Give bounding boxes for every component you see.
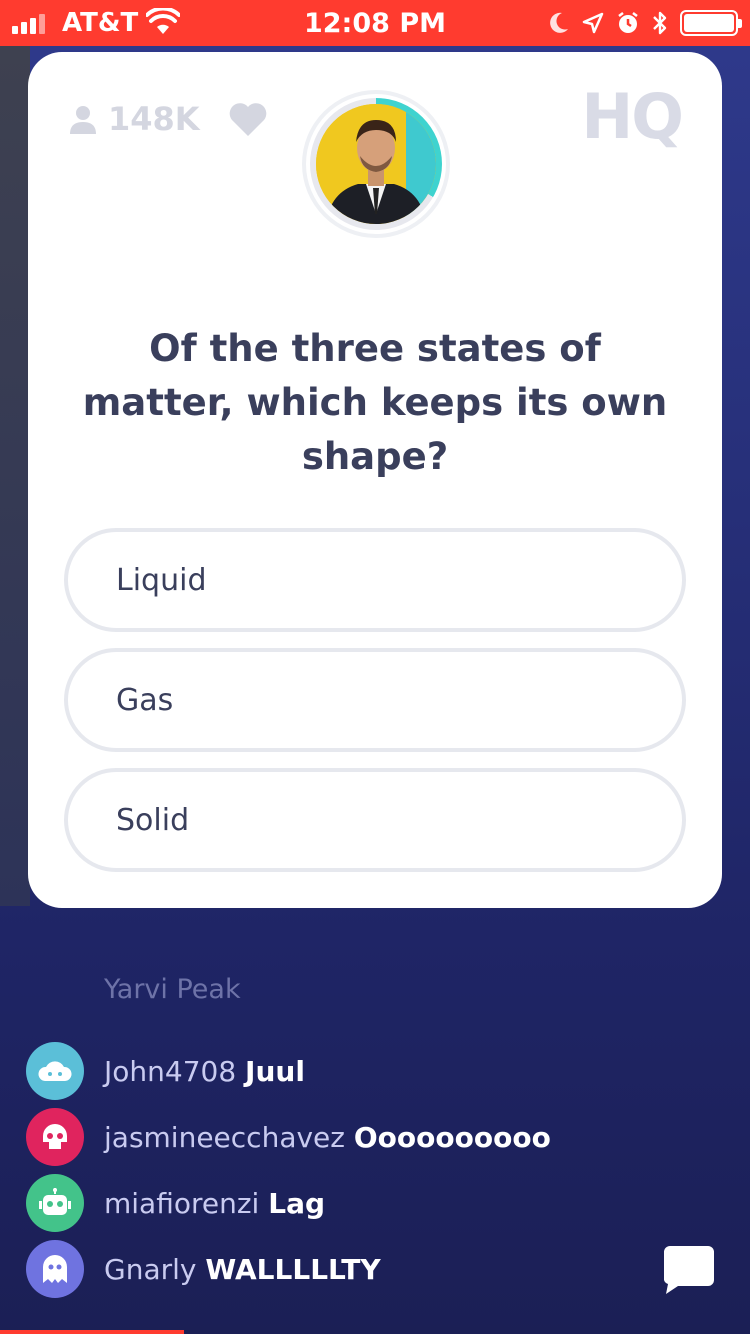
- chat-text: Lag: [268, 1186, 326, 1220]
- status-icons: [548, 8, 742, 38]
- chat-username: John4708: [104, 1054, 237, 1088]
- moon-icon: [550, 12, 568, 33]
- cloud-icon: [26, 1042, 84, 1100]
- chat-faded-username: Yarvi Peak: [104, 974, 241, 1005]
- progress-indicator: [0, 1330, 184, 1334]
- chat-text: Oooooooooo: [353, 1120, 551, 1154]
- skull-icon: [26, 1108, 84, 1166]
- chat-bubble-icon[interactable]: [662, 1244, 716, 1294]
- answer-option-3[interactable]: Solid: [64, 768, 686, 872]
- alarm-icon: [618, 12, 638, 33]
- chat-message: miafiorenzi Lag: [26, 1174, 325, 1232]
- location-arrow-icon: [582, 12, 604, 34]
- heart-icon[interactable]: [228, 102, 268, 138]
- person-icon: [70, 106, 96, 134]
- question-text: Of the three states of matter, which kee…: [82, 327, 668, 478]
- chat-username: Gnarly: [104, 1252, 197, 1286]
- chat-message: Gnarly WALLLLLTY: [26, 1240, 381, 1298]
- chat-username: jasmineecchavez: [104, 1120, 345, 1154]
- ghost-icon: [26, 1240, 84, 1298]
- answer-option-1[interactable]: Liquid: [64, 528, 686, 632]
- background-edge: [0, 46, 30, 906]
- chat-username: miafiorenzi: [104, 1186, 260, 1220]
- host-timer: [306, 94, 446, 234]
- viewer-counter: 148K: [68, 100, 200, 138]
- chat-message: jasmineecchavez Oooooooooo: [26, 1108, 551, 1166]
- host-portrait-icon: [316, 104, 436, 224]
- bluetooth-icon: [653, 11, 667, 35]
- host-avatar: [316, 104, 436, 224]
- battery-icon: [680, 10, 742, 36]
- viewer-count: 148K: [108, 100, 200, 138]
- robot-icon: [26, 1174, 84, 1232]
- status-bar: AT&T 12:08 PM: [0, 0, 750, 46]
- answer-option-2[interactable]: Gas: [64, 648, 686, 752]
- hq-logo: HQ: [581, 80, 684, 153]
- chat-text: Juul: [245, 1054, 305, 1088]
- question-card: 148K HQ Of the three states of matter, w…: [28, 52, 722, 908]
- chat-text: WALLLLLTY: [205, 1252, 381, 1286]
- chat-message: John4708 Juul: [26, 1042, 305, 1100]
